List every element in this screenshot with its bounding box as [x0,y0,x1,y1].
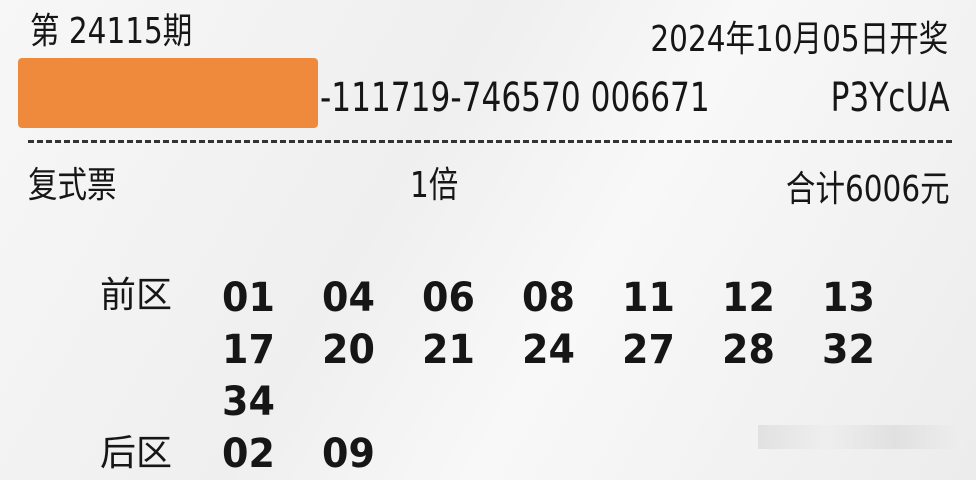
front-number: 34 [222,379,275,425]
issue-number: 第 24115期 [30,11,193,52]
draw-date: 2024年10月05日开奖 [650,19,948,60]
front-number: 08 [522,275,575,321]
divider [28,140,952,143]
front-zone-label: 前区 [100,275,173,316]
verification-code: P3YcUA [830,75,950,121]
front-number: 32 [822,327,875,373]
redaction-block [18,58,318,128]
back-zone-label: 后区 [100,433,173,474]
ticket-type: 复式票 [28,165,117,206]
front-number: 20 [322,327,375,373]
front-number: 04 [322,275,375,321]
multiplier: 1倍 [410,165,459,206]
front-number: 11 [622,275,675,321]
front-number: 28 [722,327,775,373]
total-amount: 合计6006元 [786,169,950,210]
serial-number: -111719-746570 006671 [320,75,710,121]
watermark [758,425,963,449]
front-number: 01 [222,275,275,321]
front-number: 06 [422,275,475,321]
front-number: 27 [622,327,675,373]
back-number: 02 [222,431,275,477]
front-number: 21 [422,327,475,373]
front-number: 13 [822,275,875,321]
back-number: 09 [322,431,375,477]
front-number: 12 [722,275,775,321]
front-number: 24 [522,327,575,373]
front-number: 17 [222,327,275,373]
